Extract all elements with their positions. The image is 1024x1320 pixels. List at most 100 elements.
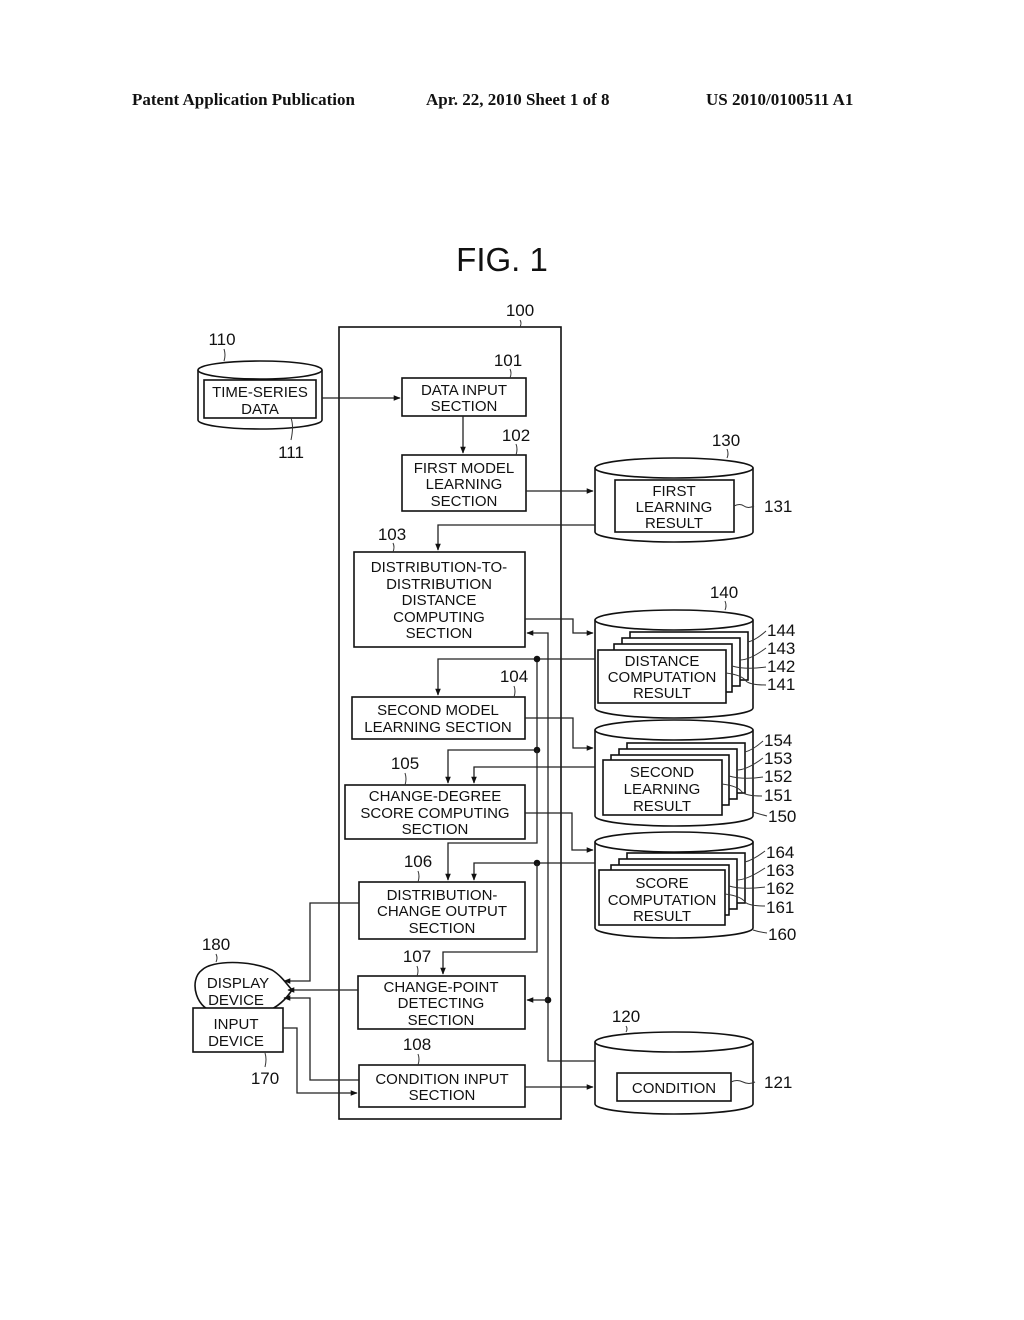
storage-label-line: DISTANCE <box>625 653 700 670</box>
section-label-line: DETECTING <box>398 995 485 1012</box>
storage-label-line: CONDITION <box>632 1080 716 1097</box>
ref-180: 180 <box>202 935 230 954</box>
ref-152: 152 <box>764 767 792 786</box>
display-device: DISPLAY DEVICE <box>194 961 294 1015</box>
device-label-line: INPUT <box>214 1016 259 1033</box>
ref-106: 106 <box>404 852 432 871</box>
storage-label-line: RESULT <box>633 908 691 925</box>
section-label-line: CHANGE-POINT <box>383 979 498 996</box>
ref-142: 142 <box>767 657 795 676</box>
section-label-line: DATA INPUT <box>421 382 507 399</box>
ref-131: 131 <box>764 497 792 516</box>
storage-label-line: TIME-SERIES <box>212 384 308 401</box>
section-distribution-change-output: DISTRIBUTION- CHANGE OUTPUT SECTION <box>358 881 526 940</box>
arrow-change-output-to-display <box>283 902 359 984</box>
section-label-line: CHANGE OUTPUT <box>377 903 507 920</box>
device-label-line: DEVICE <box>208 1033 264 1050</box>
ref-104: 104 <box>500 667 528 686</box>
section-label-line: FIRST MODEL <box>414 460 515 477</box>
figure-title: FIG. 1 <box>456 241 548 278</box>
arrow-second-model-to-storage <box>525 717 594 751</box>
section-label-line: LEARNING <box>426 476 503 493</box>
ref-107: 107 <box>403 947 431 966</box>
ref-140: 140 <box>710 583 738 602</box>
storage-label-line: LEARNING <box>636 499 713 516</box>
storage-label-line: RESULT <box>645 515 703 532</box>
ref-141: 141 <box>767 675 795 694</box>
section-label-line: SECTION <box>409 1087 476 1104</box>
section-label-line: SECTION <box>431 398 498 415</box>
ref-164: 164 <box>766 843 794 862</box>
section-distribution-distance-computing: DISTRIBUTION-TO- DISTRIBUTION DISTANCE C… <box>353 551 526 648</box>
section-label-line: DISTRIBUTION <box>386 576 492 593</box>
ref-105: 105 <box>391 754 419 773</box>
storage-label-line: COMPUTATION <box>608 669 717 686</box>
storage-label-line: RESULT <box>633 798 691 815</box>
storage-label-line: RESULT <box>633 685 691 702</box>
ref-100: 100 <box>506 301 534 320</box>
ref-108: 108 <box>403 1035 431 1054</box>
section-data-input: DATA INPUT SECTION <box>401 377 527 417</box>
storage-time-series-data: TIME-SERIES DATA <box>197 360 323 430</box>
storage-label-line: FIRST <box>652 483 695 500</box>
ref-161: 161 <box>766 898 794 917</box>
section-second-model-learning: SECOND MODEL LEARNING SECTION <box>351 696 526 740</box>
ref-102: 102 <box>502 426 530 445</box>
ref-150: 150 <box>768 807 796 826</box>
section-label-line: SECOND MODEL <box>377 702 499 719</box>
section-label-line: SECTION <box>409 920 476 937</box>
arrow-score-result-to-change-output <box>471 862 595 881</box>
section-label-line: CONDITION INPUT <box>375 1071 508 1088</box>
section-label-line: SECTION <box>406 625 473 642</box>
storage-label-line: COMPUTATION <box>608 892 717 909</box>
ref-163: 163 <box>766 861 794 880</box>
section-label-line: SECTION <box>408 1012 475 1029</box>
ref-101: 101 <box>494 351 522 370</box>
ref-162: 162 <box>766 879 794 898</box>
ref-103: 103 <box>378 525 406 544</box>
storage-second-learning-result: SECOND LEARNING RESULT <box>594 719 754 827</box>
section-change-degree-score-computing: CHANGE-DEGREE SCORE COMPUTING SECTION <box>344 784 526 840</box>
storage-condition: CONDITION <box>594 1031 754 1115</box>
block-diagram: FIG. 1 100 TIME-SERIES DATA 110 111 DATA… <box>192 241 796 1120</box>
section-first-model-learning: FIRST MODEL LEARNING SECTION <box>401 454 527 512</box>
ref-144: 144 <box>767 621 795 640</box>
arrow-second-result-to-score <box>471 766 595 784</box>
section-label-line: SECTION <box>402 821 469 838</box>
section-change-point-detecting: CHANGE-POINT DETECTING SECTION <box>357 975 526 1030</box>
storage-distance-computation-result: DISTANCE COMPUTATION RESULT <box>594 609 754 719</box>
storage-first-learning-result: FIRST LEARNING RESULT <box>594 457 754 543</box>
arrow-distance-to-storage <box>525 618 594 636</box>
ref-153: 153 <box>764 749 792 768</box>
ref-121: 121 <box>764 1073 792 1092</box>
arrow-condition-input-to-display <box>283 995 359 1081</box>
section-label-line: COMPUTING <box>393 609 485 626</box>
storage-label-line: LEARNING <box>624 781 701 798</box>
section-label-line: LEARNING SECTION <box>364 719 512 736</box>
arrow-first-result-to-distance <box>435 524 595 551</box>
storage-label-line: SECOND <box>630 764 694 781</box>
storage-score-computation-result: SCORE COMPUTATION RESULT <box>594 831 754 939</box>
ref-170: 170 <box>251 1069 279 1088</box>
ref-143: 143 <box>767 639 795 658</box>
section-label-line: SCORE COMPUTING <box>360 805 509 822</box>
arrow-input-device-to-condition-input <box>283 1027 358 1096</box>
ref-151: 151 <box>764 786 792 805</box>
ref-160: 160 <box>768 925 796 944</box>
ref-130: 130 <box>712 431 740 450</box>
ref-111: 111 <box>278 443 304 462</box>
section-label-line: DISTANCE <box>402 592 477 609</box>
ref-154: 154 <box>764 731 792 750</box>
section-label-line: CHANGE-DEGREE <box>369 788 502 805</box>
ref-110: 110 <box>208 330 235 349</box>
arrow-score-to-storage <box>525 812 594 853</box>
device-label-line: DEVICE <box>208 992 264 1009</box>
section-condition-input: CONDITION INPUT SECTION <box>358 1064 526 1108</box>
ref-120: 120 <box>612 1007 640 1026</box>
section-label-line: SECTION <box>431 493 498 510</box>
section-label-line: DISTRIBUTION- <box>387 887 498 904</box>
device-label-line: DISPLAY <box>207 975 269 992</box>
input-device: INPUT DEVICE <box>192 1007 284 1053</box>
section-label-line: DISTRIBUTION-TO- <box>371 559 507 576</box>
storage-label-line: SCORE <box>635 875 688 892</box>
